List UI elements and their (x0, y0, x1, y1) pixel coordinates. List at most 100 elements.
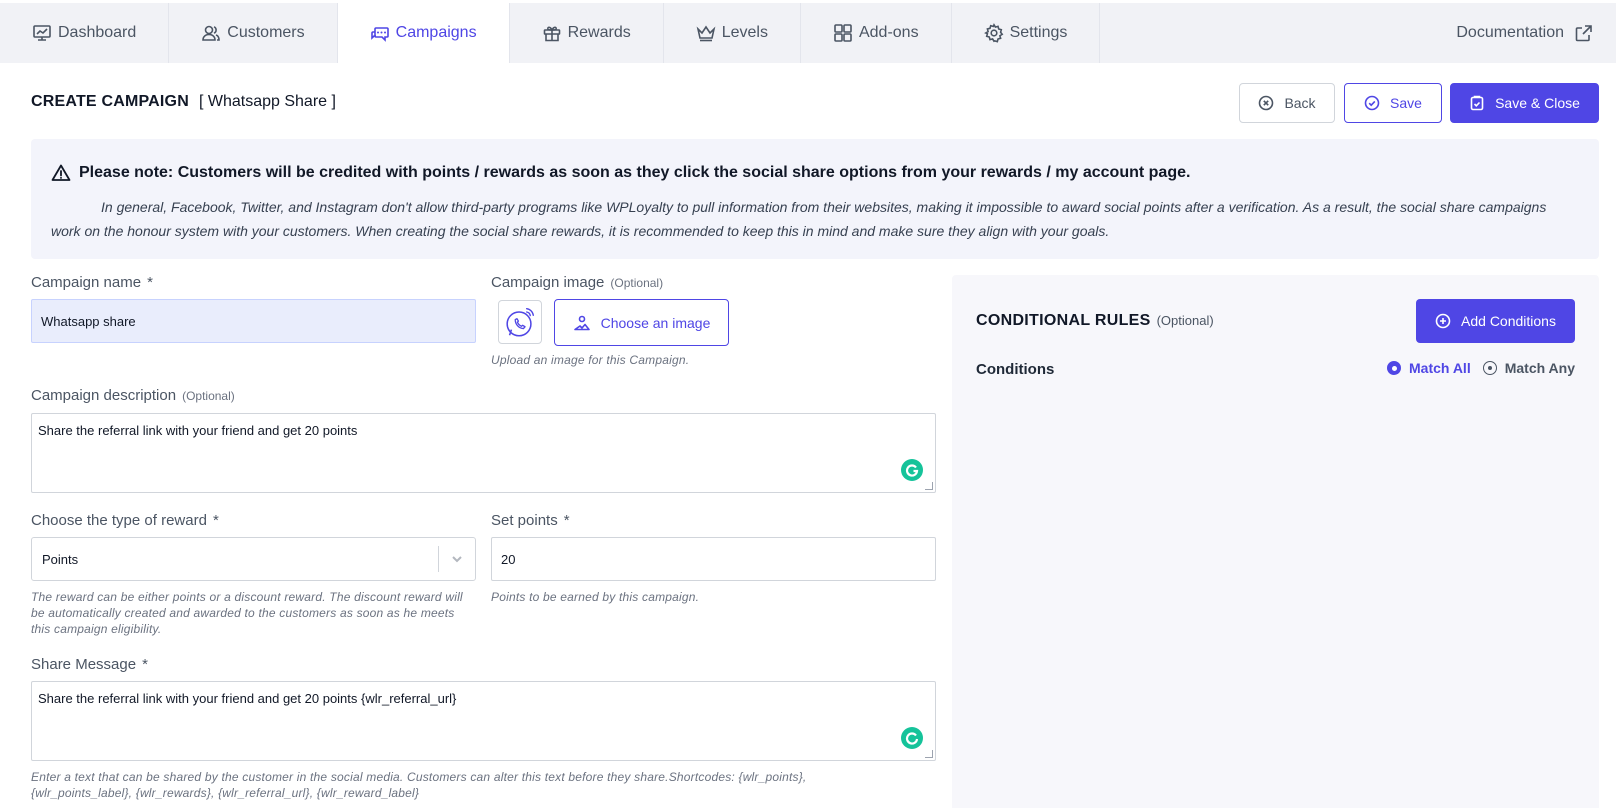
conditions-label: Conditions (976, 361, 1055, 378)
page-title-main: CREATE CAMPAIGN (31, 93, 189, 110)
reward-type-select[interactable]: Points (31, 537, 476, 581)
share-message-label-text: Share Message (31, 656, 137, 673)
reward-type-value: Points (42, 551, 79, 567)
campaign-image-label-text: Campaign image (491, 274, 605, 291)
reward-type-label: Choose the type of reward * (31, 512, 219, 529)
share-message-help: Enter a text that can be shared by the c… (31, 770, 807, 800)
tab-settings-label: Settings (1009, 24, 1068, 41)
required-marker: * (142, 656, 148, 673)
radio-unselected-icon (1482, 361, 1497, 375)
chevron-down-icon[interactable] (439, 552, 475, 566)
social-share-notice: Please note: Customers will be credited … (31, 139, 1599, 259)
campaign-image-label: Campaign image (Optional) (491, 274, 663, 291)
tab-addons[interactable]: Add-ons (801, 3, 952, 63)
resize-handle[interactable] (925, 482, 933, 490)
share-message-value: Share the referral link with your friend… (38, 691, 457, 706)
tab-dashboard-label: Dashboard (58, 24, 137, 41)
optional-marker: (Optional) (610, 276, 664, 290)
page-title-sub: [ Whatsapp Share ] (198, 93, 336, 110)
tab-dashboard[interactable]: Dashboard (0, 3, 170, 63)
conditional-rules-panel: CONDITIONAL RULES (Optional) Add Conditi… (952, 275, 1599, 808)
tab-campaigns-label: Campaigns (395, 24, 477, 41)
set-points-label: Set points * (491, 512, 570, 529)
optional-marker: (Optional) (1156, 313, 1214, 328)
required-marker: * (147, 274, 153, 291)
clipboard-check-icon (1470, 95, 1484, 111)
campaign-image-help: Upload an image for this Campaign. (491, 353, 690, 367)
gift-icon (543, 26, 560, 42)
campaign-description-label-text: Campaign description (31, 387, 177, 404)
notice-heading-text: Please note: Customers will be credited … (79, 164, 1191, 181)
tab-customers-label: Customers (227, 24, 305, 41)
choose-image-button[interactable]: Choose an image (554, 299, 729, 346)
chat-icon (370, 27, 389, 42)
grammarly-g-icon (905, 464, 919, 477)
tab-rewards-label: Rewards (567, 24, 631, 41)
campaign-description-label: Campaign description (Optional) (31, 387, 235, 404)
notice-heading: Please note: Customers will be credited … (51, 163, 1579, 183)
save-close-button-label: Save & Close (1495, 95, 1580, 111)
warning-icon (51, 164, 71, 181)
notice-body: In general, Facebook, Twitter, and Insta… (51, 199, 1547, 239)
match-all-radio[interactable]: Match All (1387, 360, 1471, 376)
set-points-label-text: Set points (491, 512, 558, 529)
save-close-button[interactable]: Save & Close (1450, 83, 1599, 123)
whatsapp-share-icon (506, 308, 534, 337)
page-title: CREATE CAMPAIGN [ Whatsapp Share ] (31, 93, 336, 111)
grammarly-icon[interactable] (901, 459, 923, 481)
external-link-icon (1575, 25, 1592, 42)
share-message-label: Share Message * (31, 656, 148, 673)
documentation-link[interactable]: Documentation (1434, 3, 1616, 63)
required-marker: * (563, 512, 570, 529)
tab-customers[interactable]: Customers (169, 3, 338, 63)
crown-icon (696, 25, 716, 42)
back-button[interactable]: Back (1239, 83, 1335, 123)
grid-icon (834, 24, 852, 42)
campaign-description-textarea[interactable]: Share the referral link with your friend… (31, 413, 936, 493)
match-any-radio[interactable]: Match Any (1482, 360, 1575, 376)
choose-image-label: Choose an image (600, 314, 711, 331)
add-conditions-label: Add Conditions (1461, 313, 1556, 329)
tab-levels-label: Levels (721, 24, 768, 41)
required-marker: * (212, 512, 219, 529)
campaign-name-value: Whatsapp share (41, 313, 136, 329)
add-conditions-button[interactable]: Add Conditions (1416, 299, 1575, 343)
campaign-image-preview (498, 300, 542, 344)
reward-type-help: The reward can be either points or a dis… (31, 590, 463, 636)
share-message-textarea[interactable]: Share the referral link with your friend… (31, 681, 936, 761)
campaign-name-input[interactable]: Whatsapp share (31, 299, 476, 343)
top-nav: Dashboard Customers Campaigns Rewards Le… (0, 3, 1616, 63)
set-points-value: 20 (501, 551, 516, 567)
conditional-rules-title: CONDITIONAL RULES (976, 312, 1151, 329)
documentation-label: Documentation (1456, 24, 1564, 41)
grammarly-icon[interactable] (901, 727, 923, 749)
users-icon (202, 25, 221, 41)
set-points-help: Points to be earned by this campaign. (491, 590, 700, 604)
gear-icon (983, 23, 1003, 43)
match-all-label: Match All (1409, 360, 1471, 376)
match-any-label: Match Any (1504, 360, 1575, 376)
plus-circle-icon (1435, 313, 1451, 329)
save-button-label: Save (1390, 95, 1422, 111)
tab-levels[interactable]: Levels (664, 3, 801, 63)
campaign-name-label: Campaign name * (31, 274, 153, 291)
check-circle-icon (1364, 95, 1380, 111)
save-button[interactable]: Save (1344, 83, 1442, 123)
dashboard-icon (33, 25, 51, 41)
close-circle-icon (1259, 95, 1274, 111)
image-upload-icon (573, 315, 590, 330)
grammarly-g-icon (905, 732, 919, 745)
back-button-label: Back (1284, 95, 1316, 111)
conditional-rules-heading: CONDITIONAL RULES (Optional) (976, 312, 1214, 330)
tab-campaigns[interactable]: Campaigns (337, 3, 510, 63)
set-points-input[interactable]: 20 (491, 537, 936, 581)
resize-handle[interactable] (925, 750, 933, 758)
tab-rewards[interactable]: Rewards (510, 3, 664, 63)
tab-settings[interactable]: Settings (952, 3, 1101, 63)
reward-type-label-text: Choose the type of reward (31, 512, 207, 529)
optional-marker: (Optional) (182, 389, 235, 403)
campaign-description-value: Share the referral link with your friend… (38, 423, 358, 438)
tab-addons-label: Add-ons (858, 24, 919, 41)
match-mode-radio-group: Match All Match Any (1387, 360, 1575, 376)
